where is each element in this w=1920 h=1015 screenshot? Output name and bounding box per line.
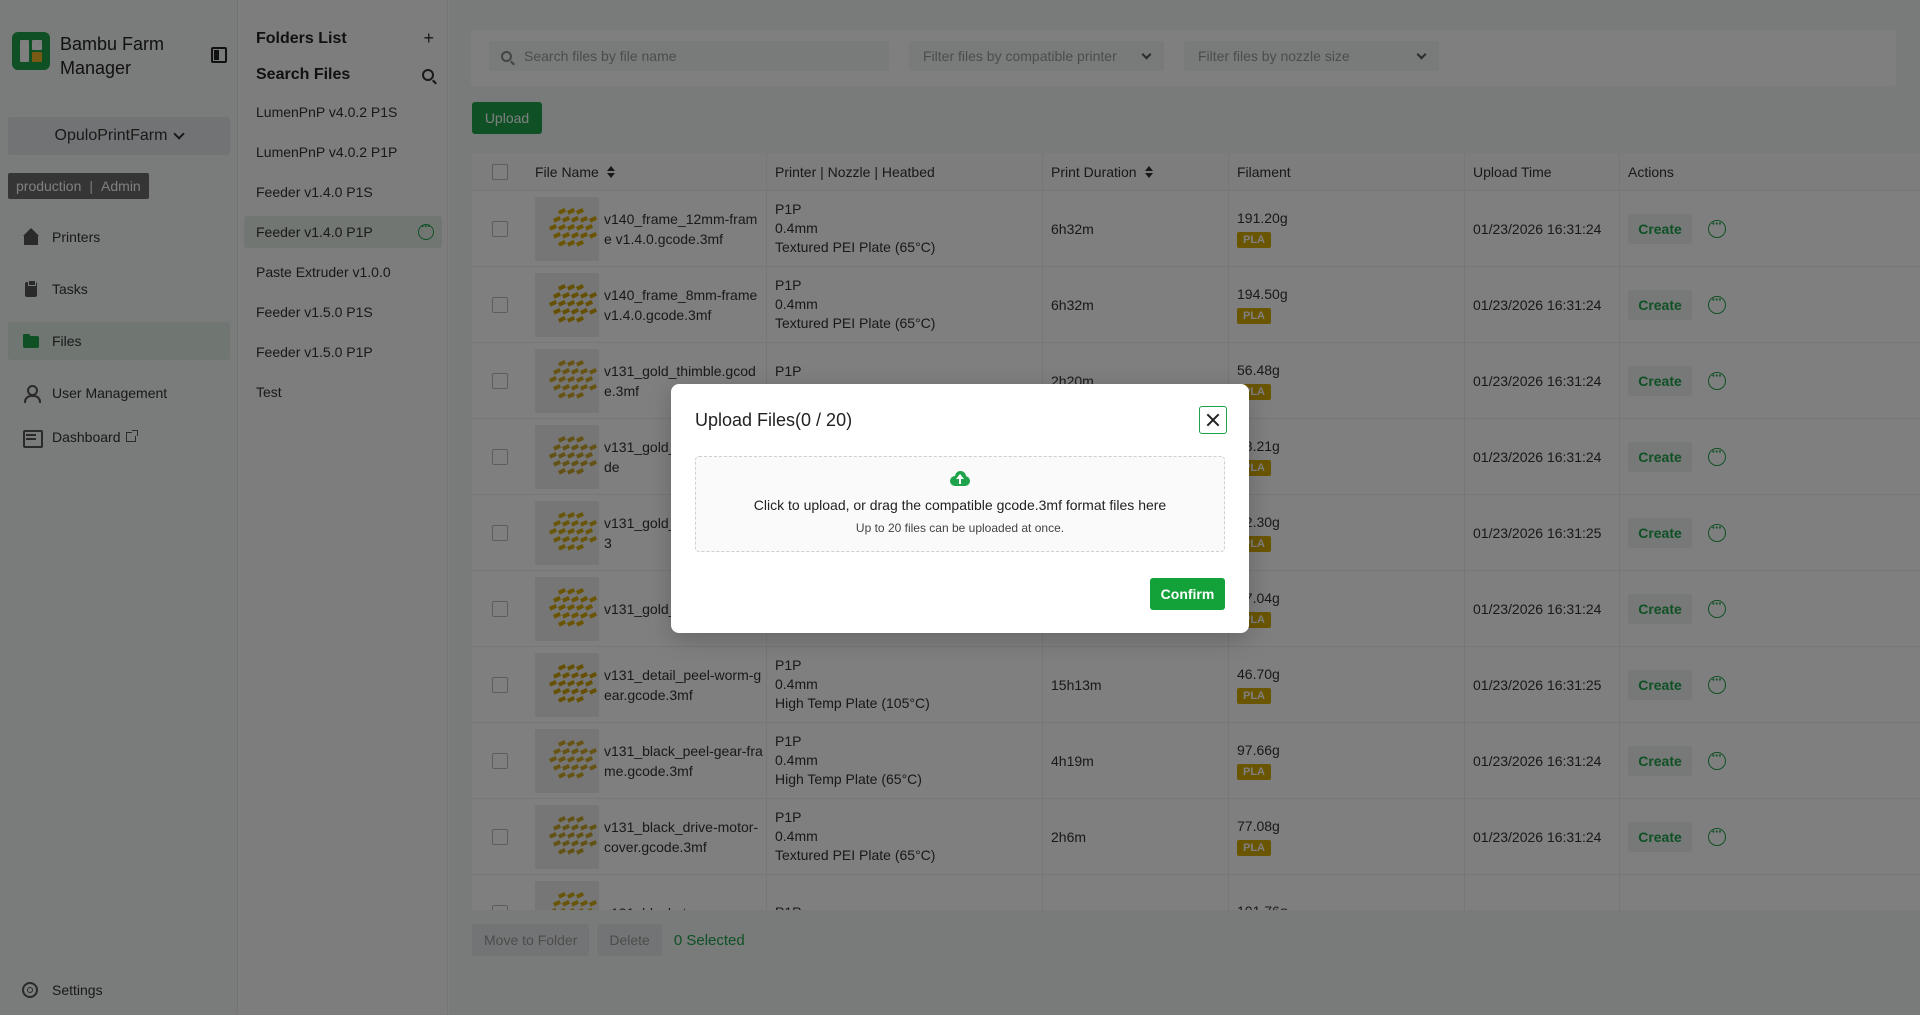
close-button[interactable] bbox=[1199, 406, 1227, 434]
upload-dropzone[interactable]: Click to upload, or drag the compatible … bbox=[695, 456, 1225, 552]
cloud-upload-icon bbox=[949, 471, 971, 487]
close-icon bbox=[1206, 413, 1220, 427]
upload-files-dialog: Upload Files(0 / 20) Click to upload, or… bbox=[671, 384, 1249, 633]
confirm-button[interactable]: Confirm bbox=[1150, 578, 1225, 610]
dropzone-text: Click to upload, or drag the compatible … bbox=[753, 497, 1167, 513]
dialog-title: Upload Files(0 / 20) bbox=[695, 410, 853, 430]
dropzone-hint: Up to 20 files can be uploaded at once. bbox=[855, 521, 1065, 535]
